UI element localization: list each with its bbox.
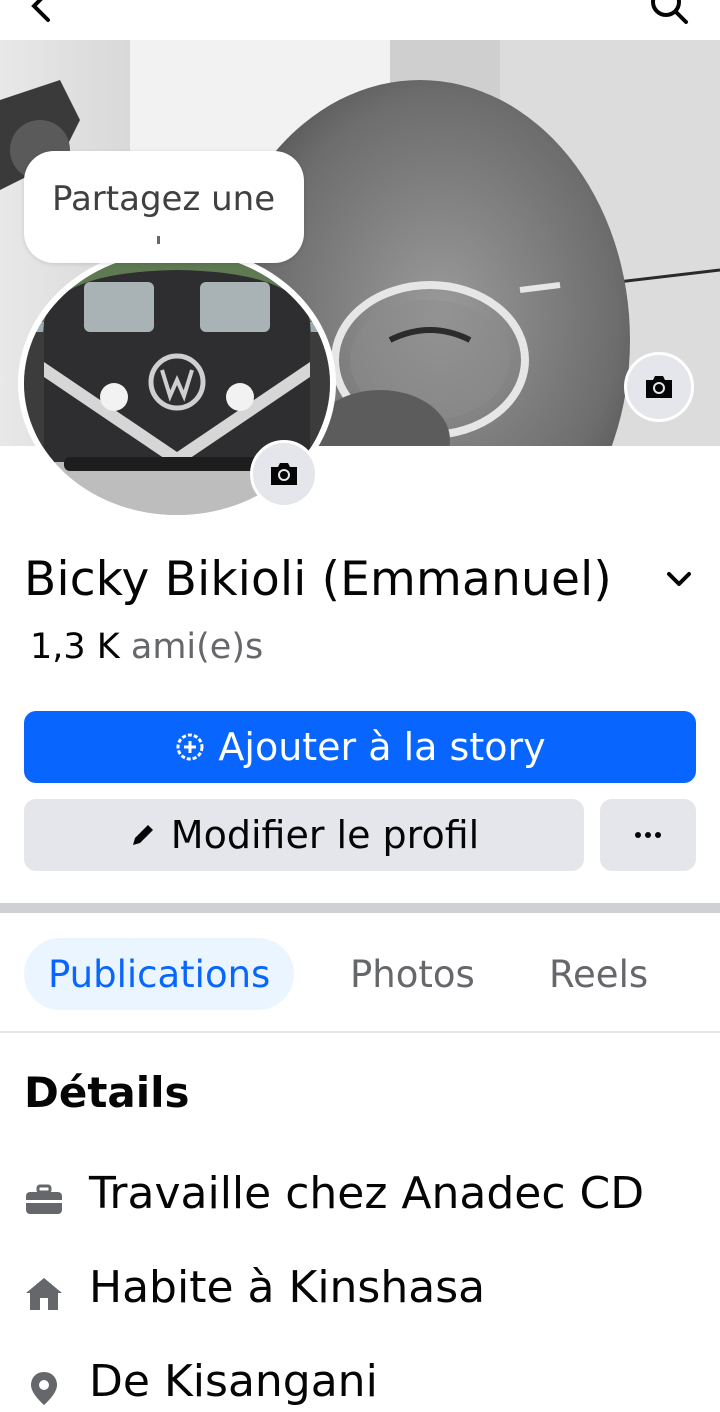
section-divider <box>0 903 720 913</box>
tab-photos[interactable]: Photos <box>350 938 475 1010</box>
avatar-camera-button[interactable] <box>250 440 318 508</box>
camera-icon <box>646 376 672 398</box>
edit-profile-button[interactable]: Modifier le profil <box>24 799 584 871</box>
home-icon <box>26 1278 62 1310</box>
detail-work-text: Travaille chez Anadec CD <box>89 1168 645 1219</box>
profile-tabs: Publications Photos Reels <box>0 913 720 1033</box>
detail-from[interactable]: De Kisangani <box>24 1356 704 1412</box>
back-arrow-icon[interactable] <box>22 0 62 26</box>
friends-label: ami(e)s <box>130 627 264 667</box>
more-options-button[interactable] <box>600 799 696 871</box>
top-bar <box>0 0 720 40</box>
note-bubble[interactable]: Partagez une <box>24 151 304 263</box>
note-tail <box>157 236 160 244</box>
add-to-story-button[interactable]: Ajouter à la story <box>24 711 696 783</box>
friends-count[interactable]: 1,3 K ami(e)s <box>30 627 263 667</box>
cover-camera-button[interactable] <box>624 352 694 422</box>
tab-reels[interactable]: Reels <box>549 938 648 1010</box>
camera-icon <box>271 463 297 485</box>
add-circle-icon <box>174 731 206 763</box>
location-pin-icon <box>31 1372 57 1405</box>
profile-name: Bicky Bikioli (Emmanuel) <box>24 552 612 607</box>
search-icon[interactable] <box>646 0 690 26</box>
edit-profile-label: Modifier le profil <box>170 813 480 857</box>
add-to-story-label: Ajouter à la story <box>218 725 546 769</box>
briefcase-icon <box>26 1184 62 1214</box>
detail-lives[interactable]: Habite à Kinshasa <box>24 1262 704 1322</box>
detail-work[interactable]: Travaille chez Anadec CD <box>24 1168 704 1228</box>
pencil-icon <box>129 821 157 849</box>
profile-name-row[interactable]: Bicky Bikioli (Emmanuel) <box>24 552 704 616</box>
tab-publications[interactable]: Publications <box>24 938 295 1010</box>
detail-from-text: De Kisangani <box>89 1356 378 1407</box>
details-title: Détails <box>24 1068 190 1117</box>
friends-number: 1,3 K <box>30 627 120 667</box>
note-text: Partagez une <box>52 179 276 219</box>
detail-lives-text: Habite à Kinshasa <box>89 1262 486 1313</box>
chevron-down-icon[interactable] <box>664 564 694 594</box>
more-dots-icon <box>635 832 661 838</box>
